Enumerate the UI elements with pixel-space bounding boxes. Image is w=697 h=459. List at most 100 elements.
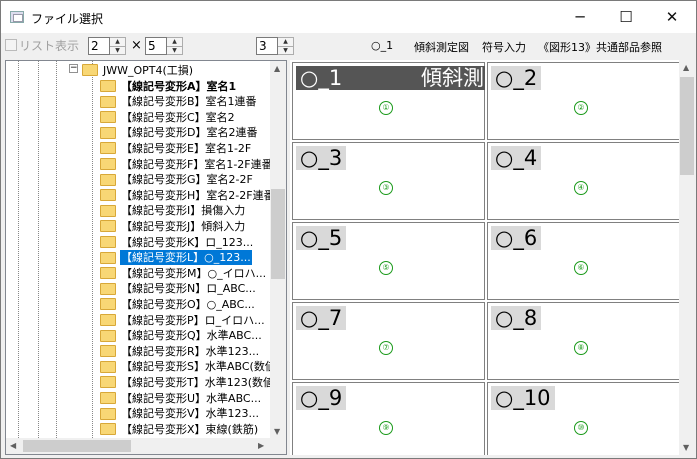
tree-item-label: 【線記号変形I】損傷入力 xyxy=(121,204,246,218)
symbol-drawing-name: 傾斜測 xyxy=(421,66,484,90)
window-title: ファイル選択 xyxy=(31,12,104,26)
symbol-cell[interactable]: ○_10 ⑩ xyxy=(487,382,679,455)
page-value[interactable]: 3 xyxy=(256,37,278,55)
rows-value[interactable]: 5 xyxy=(145,37,167,55)
symbol-cell[interactable]: ○_9 ⑨ xyxy=(292,382,485,455)
tree-item-label: 【線記号変形U】水準ABC... xyxy=(121,391,262,405)
tree-horizontal-scrollbar[interactable]: ◀ ▶ xyxy=(6,438,286,454)
folder-icon xyxy=(100,360,116,373)
tree-item[interactable]: 【線記号変形K】ロ_123... xyxy=(100,234,254,250)
tree-item[interactable]: 【線記号変形B】室名1連番 xyxy=(100,94,258,110)
list-display-checkbox[interactable] xyxy=(5,39,17,51)
symbol-cell[interactable]: ○_2 ② xyxy=(487,62,679,140)
columns-up-arrow-icon[interactable]: ▲ xyxy=(110,38,125,46)
numbered-circle-symbol-icon: ⑩ xyxy=(574,421,588,435)
numbered-circle-symbol-icon: ⑦ xyxy=(379,341,393,355)
scroll-thumb[interactable] xyxy=(680,77,694,175)
symbol-label: ○_8 xyxy=(491,306,542,330)
tree-item-label: 【線記号変形S】水準ABC(数値) xyxy=(121,360,271,374)
tree-item-label: 【線記号変形E】室名1-2F xyxy=(121,141,252,155)
folder-icon xyxy=(100,298,116,311)
tree-guide-line xyxy=(38,61,39,439)
tree-item[interactable]: 【線記号変形N】ロ_ABC... xyxy=(100,281,257,297)
collapse-icon[interactable]: − xyxy=(69,64,78,73)
tree-item-label: 【線記号変形R】水準123... xyxy=(121,344,260,358)
symbol-label: ○_3 xyxy=(296,146,347,170)
symbol-cell[interactable]: ○_8 ⑧ xyxy=(487,302,679,380)
tree-item[interactable]: 【線記号変形X】束線(鉄筋) xyxy=(100,421,259,437)
symbol-cell[interactable]: ○_4 ④ xyxy=(487,142,679,220)
numbered-circle-symbol-icon: ⑧ xyxy=(574,341,588,355)
symbol-cell[interactable]: ○_7 ⑦ xyxy=(292,302,485,380)
rows-down-arrow-icon[interactable]: ▼ xyxy=(167,46,182,55)
scroll-left-icon[interactable]: ◀ xyxy=(10,441,16,450)
tree-item[interactable]: 【線記号変形E】室名1-2F xyxy=(100,140,252,156)
tree-item-label: 【線記号変形M】○_イロハ... xyxy=(121,266,267,280)
tree-item[interactable]: 【線記号変形V】水準123... xyxy=(100,406,260,422)
folder-icon xyxy=(100,392,116,404)
folder-icon xyxy=(100,267,116,280)
tree-guide-line xyxy=(92,61,93,439)
tree-item[interactable]: 【線記号変形C】室名2 xyxy=(100,109,236,125)
folder-icon xyxy=(100,376,116,389)
app-icon xyxy=(10,11,24,23)
title-bar[interactable]: ファイル選択 ─ ☐ ✕ xyxy=(1,1,696,33)
tree-item[interactable]: 【線記号変形H】室名2-2F連番 xyxy=(100,187,271,203)
rows-up-arrow-icon[interactable]: ▲ xyxy=(167,38,182,46)
folder-icon xyxy=(100,345,116,358)
tree-item[interactable]: 【線記号変形R】水準123... xyxy=(100,343,260,359)
page-stepper[interactable]: 3 ▲ ▼ xyxy=(256,37,294,55)
tree-item[interactable]: 【線記号変形A】室名1 xyxy=(100,78,237,94)
tree-item[interactable]: 【線記号変形Q】水準ABC... xyxy=(100,328,263,344)
symbol-label: ○_10 xyxy=(491,386,555,410)
tree-item[interactable]: 【線記号変形J】傾斜入力 xyxy=(100,218,246,234)
numbered-circle-symbol-icon: ⑨ xyxy=(379,421,393,435)
folder-icon xyxy=(100,282,116,295)
symbol-cell[interactable]: ○_5 ⑤ xyxy=(292,222,485,300)
scroll-up-icon[interactable]: ▲ xyxy=(274,64,280,73)
page-up-arrow-icon[interactable]: ▲ xyxy=(278,38,293,46)
tree-item[interactable]: 【線記号変形O】○_ABC... xyxy=(100,296,256,312)
symbol-label: ○_2 xyxy=(491,66,542,90)
folder-tree[interactable]: − JWW_OPT4(工損) 【線記号変形A】室名1 【線記号変形B】室名1連番【… xyxy=(5,60,287,455)
tree-item[interactable]: 【線記号変形P】ロ_イロハ... xyxy=(100,312,266,328)
scroll-up-icon[interactable]: ▲ xyxy=(683,63,689,72)
folder-icon xyxy=(100,251,116,264)
tree-vertical-scrollbar[interactable]: ▲ ▼ xyxy=(270,61,286,439)
maximize-button[interactable]: ☐ xyxy=(603,1,649,33)
symbol-cell[interactable]: ○_1 傾斜測 ① xyxy=(292,62,485,140)
scroll-thumb[interactable] xyxy=(23,440,131,452)
tree-item-label: 【線記号変形X】束線(鉄筋) xyxy=(121,422,259,436)
tree-item[interactable]: 【線記号変形U】水準ABC... xyxy=(100,390,262,406)
columns-stepper[interactable]: 2 ▲ ▼ xyxy=(88,37,126,55)
tree-item[interactable]: 【線記号変形L】○_123... xyxy=(100,249,253,267)
tree-item[interactable]: 【線記号変形T】水準123(数値) xyxy=(100,374,271,390)
tree-item-label: 【線記号変形C】室名2 xyxy=(121,110,235,124)
columns-value[interactable]: 2 xyxy=(88,37,110,55)
symbol-cell[interactable]: ○_6 ⑥ xyxy=(487,222,679,300)
page-down-arrow-icon[interactable]: ▼ xyxy=(278,46,293,55)
tree-item[interactable]: 【線記号変形F】室名1-2F連番 xyxy=(100,156,271,172)
tree-root-item[interactable]: JWW_OPT4(工損) xyxy=(82,62,194,78)
scroll-down-icon[interactable]: ▼ xyxy=(274,427,280,436)
tree-item-label: 【線記号変形V】水準123... xyxy=(121,407,260,421)
tree-item[interactable]: 【線記号変形I】損傷入力 xyxy=(100,203,246,219)
tree-item[interactable]: 【線記号変形S】水準ABC(数値) xyxy=(100,359,271,375)
rows-stepper[interactable]: 5 ▲ ▼ xyxy=(145,37,183,55)
preview-vertical-scrollbar[interactable]: ▲ ▼ xyxy=(679,60,695,455)
scroll-right-icon[interactable]: ▶ xyxy=(258,441,264,450)
tree-item[interactable]: 【線記号変形G】室名2-2F xyxy=(100,172,254,188)
tree-item[interactable]: 【線記号変形D】室名2連番 xyxy=(100,125,258,141)
minimize-button[interactable]: ─ xyxy=(557,1,603,33)
scroll-thumb[interactable] xyxy=(271,189,285,279)
tree-item-label: 【線記号変形D】室名2連番 xyxy=(121,126,258,140)
close-button[interactable]: ✕ xyxy=(649,1,695,33)
toolbar: リスト表示 2 ▲ ▼ × 5 ▲ ▼ 3 ▲ ▼ ○_1 傾斜測定図 符号入力 《図… xyxy=(1,33,696,59)
times-sign: × xyxy=(131,38,142,53)
scroll-down-icon[interactable]: ▼ xyxy=(683,443,689,452)
numbered-circle-symbol-icon: ① xyxy=(379,101,393,115)
symbol-cell[interactable]: ○_3 ③ xyxy=(292,142,485,220)
columns-down-arrow-icon[interactable]: ▼ xyxy=(110,46,125,55)
numbered-circle-symbol-icon: ④ xyxy=(574,181,588,195)
tree-item[interactable]: 【線記号変形M】○_イロハ... xyxy=(100,265,267,281)
